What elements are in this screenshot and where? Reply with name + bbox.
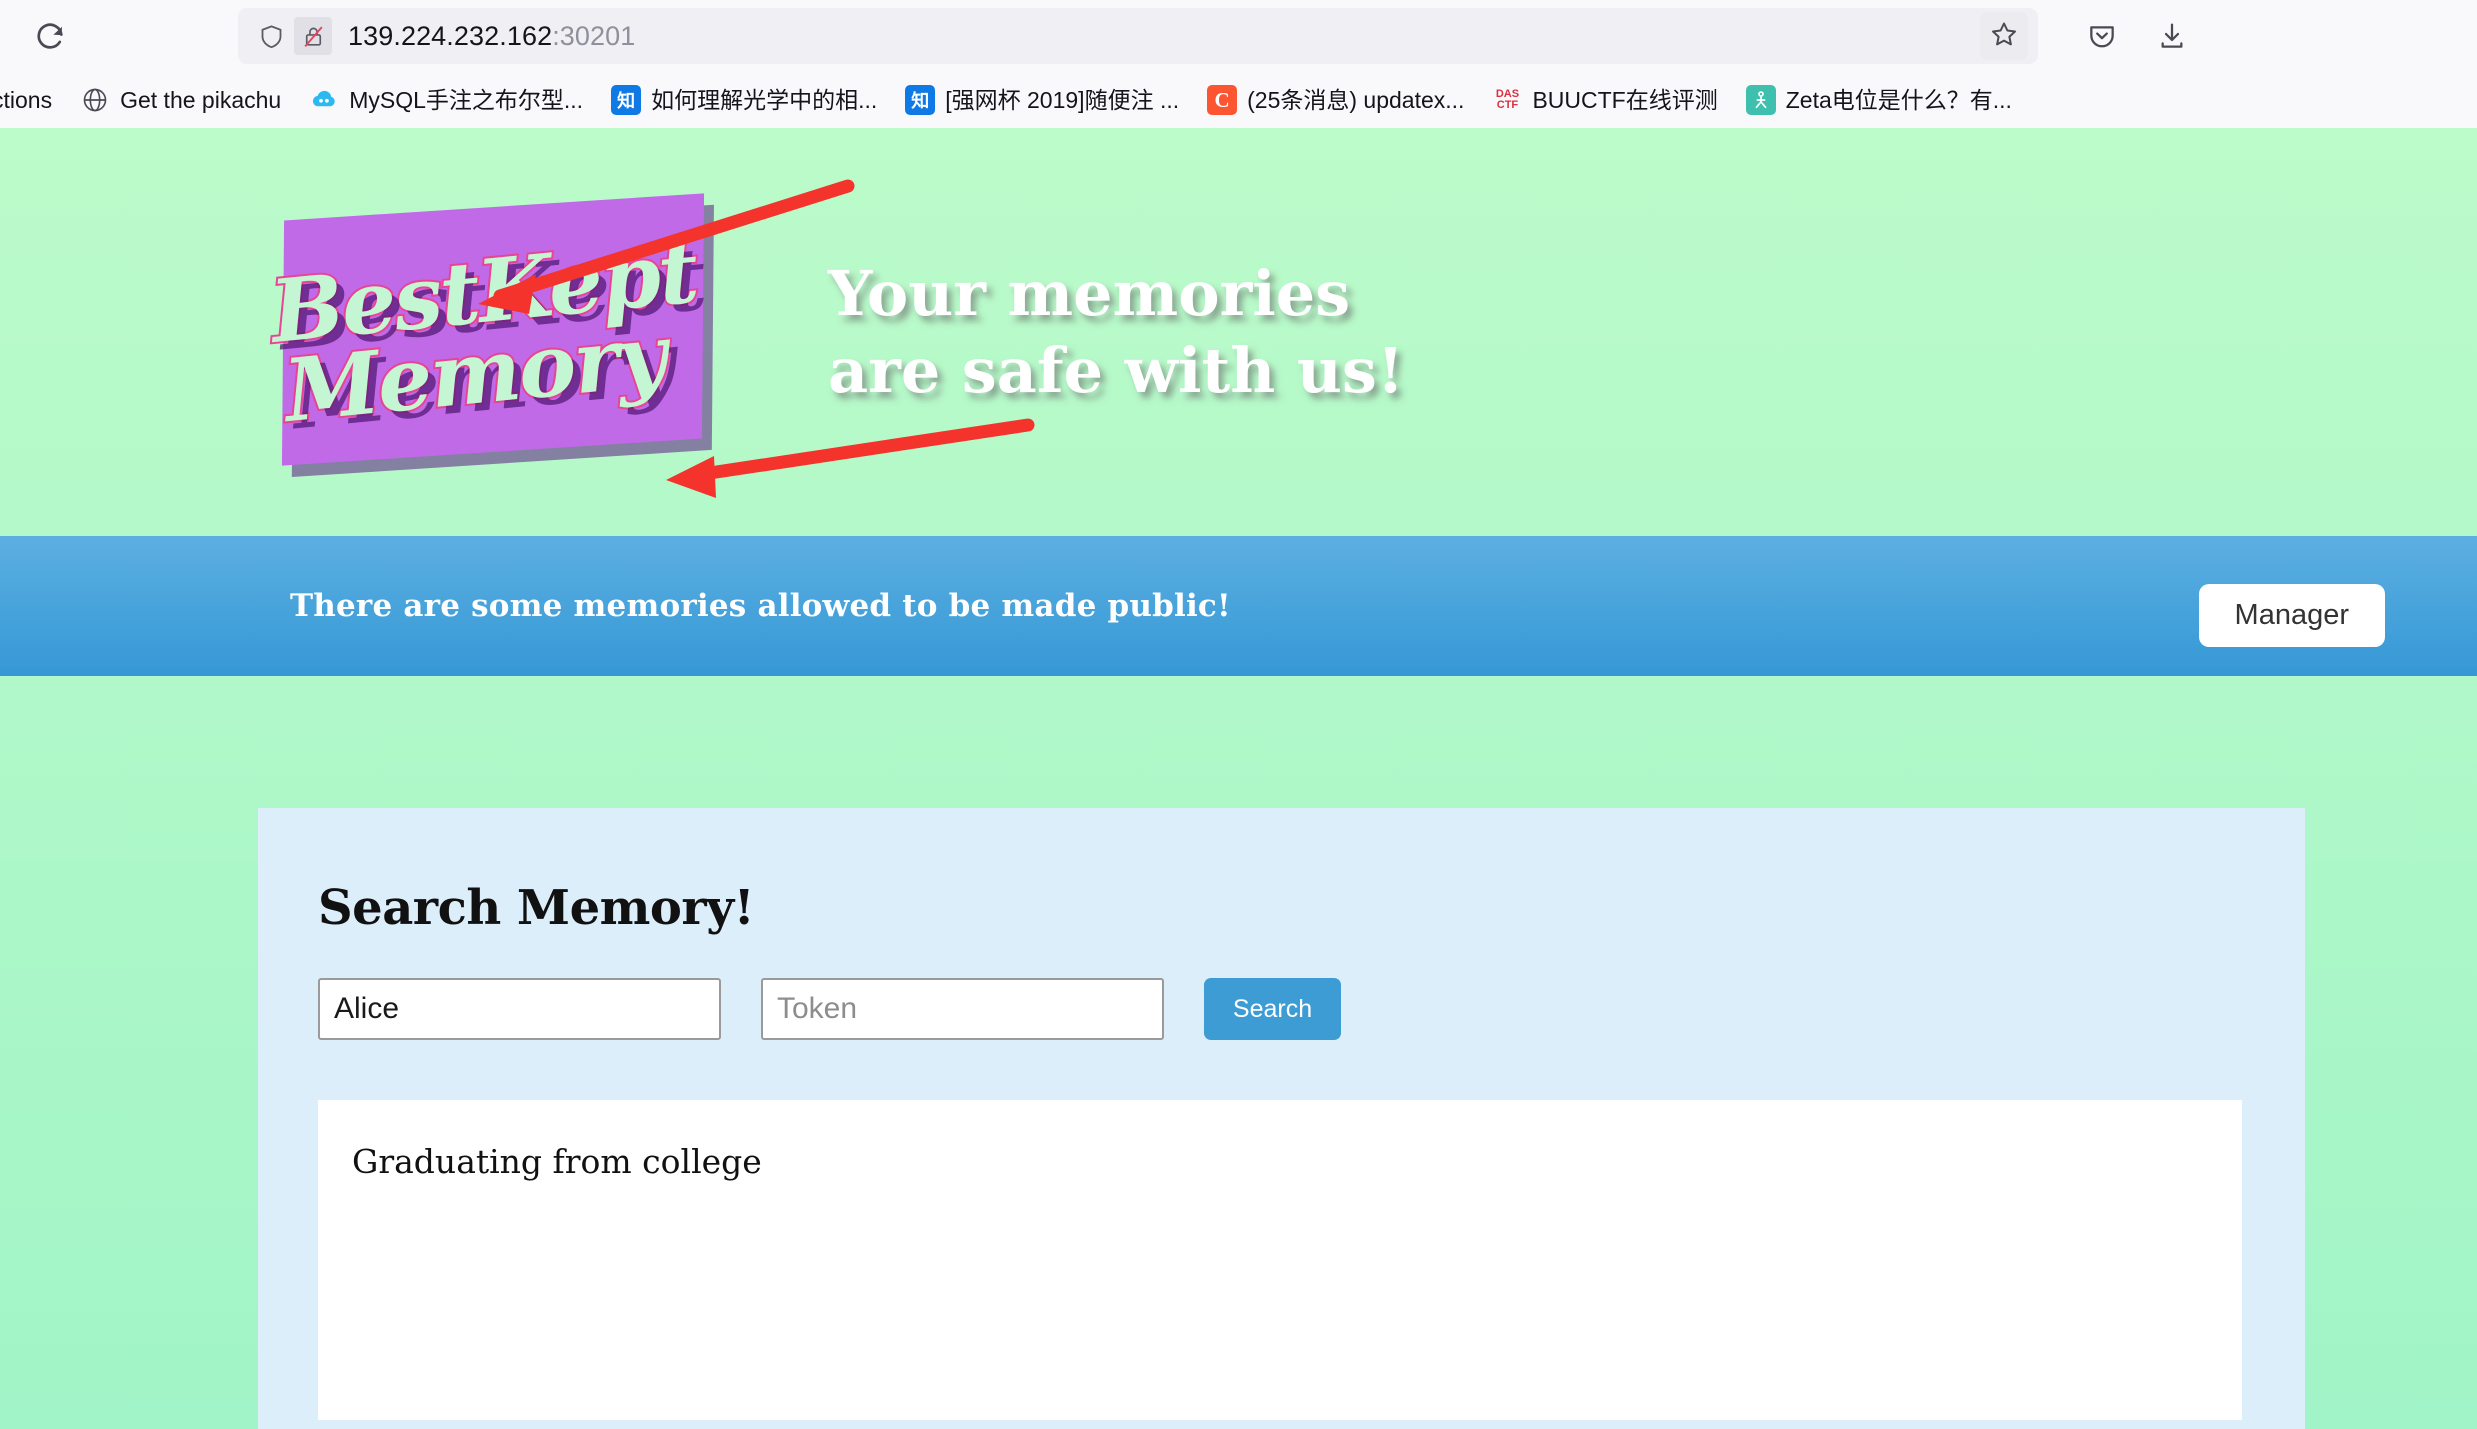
browser-chrome: 139.224.232.162:30201 tions Get the pika… bbox=[0, 0, 2477, 128]
bookmark-label: BUUCTF在线评测 bbox=[1532, 86, 1718, 113]
csdn-cloud-icon bbox=[309, 85, 339, 115]
bookmark-label: Zeta电位是什么？有... bbox=[1785, 86, 2012, 113]
zhihu-icon: 知 bbox=[611, 85, 642, 115]
zeta-site-icon bbox=[1745, 85, 1776, 115]
url-port: :30201 bbox=[552, 20, 636, 51]
bookmark-label: [强网杯 2019]随便注 ... bbox=[945, 86, 1180, 113]
bookmarks-bar: ctions Get the pikachu MySQL手注之布尔型... 知 bbox=[0, 72, 2477, 128]
public-memories-banner: There are some memories allowed to be ma… bbox=[0, 536, 2477, 676]
result-item[interactable]: Graduating from college bbox=[352, 1142, 2242, 1181]
site-tagline: Your memories are safe with us! bbox=[828, 256, 1405, 408]
bookmark-item[interactable]: MySQL手注之布尔型... bbox=[295, 81, 597, 119]
search-results-card: Graduating from college bbox=[318, 1100, 2242, 1420]
star-icon bbox=[1989, 19, 2019, 54]
browser-navigation-bar: 139.224.232.162:30201 bbox=[0, 0, 2477, 72]
search-button[interactable]: Search bbox=[1204, 978, 1341, 1040]
browser-toolbar-right bbox=[2074, 8, 2200, 64]
url-text: 139.224.232.162:30201 bbox=[348, 21, 635, 52]
token-input[interactable] bbox=[761, 978, 1164, 1040]
main-content-panel: Search Memory! Search Graduating from co… bbox=[258, 808, 2305, 1429]
address-bar[interactable]: 139.224.232.162:30201 bbox=[238, 8, 2038, 64]
bookmark-star-button[interactable] bbox=[1980, 12, 2028, 60]
bookmark-item[interactable]: ctions bbox=[0, 85, 66, 116]
bookmark-label: MySQL手注之布尔型... bbox=[349, 86, 584, 113]
bookmark-label: 如何理解光学中的相... bbox=[651, 86, 878, 113]
site-header: BestKept Memory Your memories are safe w… bbox=[0, 128, 2477, 536]
page-title: Search Memory! bbox=[318, 880, 755, 936]
globe-icon bbox=[80, 85, 110, 115]
search-form: Search bbox=[318, 978, 2305, 1040]
url-host: 139.224.232.162 bbox=[348, 20, 553, 51]
buuctf-icon: DAS CTF bbox=[1495, 88, 1520, 111]
pocket-icon bbox=[2086, 20, 2118, 52]
insecure-connection-lock-icon[interactable] bbox=[294, 17, 332, 55]
reload-icon bbox=[33, 19, 67, 53]
zhihu-icon: 知 bbox=[905, 85, 936, 115]
bookmark-label: Get the pikachu bbox=[120, 86, 282, 113]
bookmark-label: (25条消息) updatex... bbox=[1247, 86, 1465, 113]
web-page: BestKept Memory Your memories are safe w… bbox=[0, 128, 2477, 1429]
bookmark-label: ctions bbox=[0, 86, 53, 113]
banner-message: There are some memories allowed to be ma… bbox=[290, 588, 1231, 624]
tracking-protection-shield-icon[interactable] bbox=[252, 17, 290, 55]
site-logo: BestKept Memory bbox=[258, 187, 728, 477]
csdn-icon: C bbox=[1207, 85, 1238, 115]
memory-name-input[interactable] bbox=[318, 978, 721, 1040]
bookmark-item[interactable]: C (25条消息) updatex... bbox=[1193, 81, 1478, 119]
reload-button[interactable] bbox=[22, 8, 78, 64]
downloads-button[interactable] bbox=[2144, 8, 2200, 64]
logo-wordmark: BestKept Memory bbox=[245, 165, 741, 499]
bookmark-item[interactable]: 知 [强网杯 2019]随便注 ... bbox=[891, 81, 1193, 119]
pocket-button[interactable] bbox=[2074, 8, 2130, 64]
download-icon bbox=[2156, 20, 2188, 52]
bookmark-item[interactable]: Zeta电位是什么？有... bbox=[1732, 81, 2026, 119]
bookmark-item[interactable]: 知 如何理解光学中的相... bbox=[597, 81, 891, 119]
manager-button[interactable]: Manager bbox=[2198, 584, 2385, 647]
bookmark-item[interactable]: DAS CTF BUUCTF在线评测 bbox=[1478, 81, 1731, 119]
bookmark-item[interactable]: Get the pikachu bbox=[66, 81, 295, 119]
